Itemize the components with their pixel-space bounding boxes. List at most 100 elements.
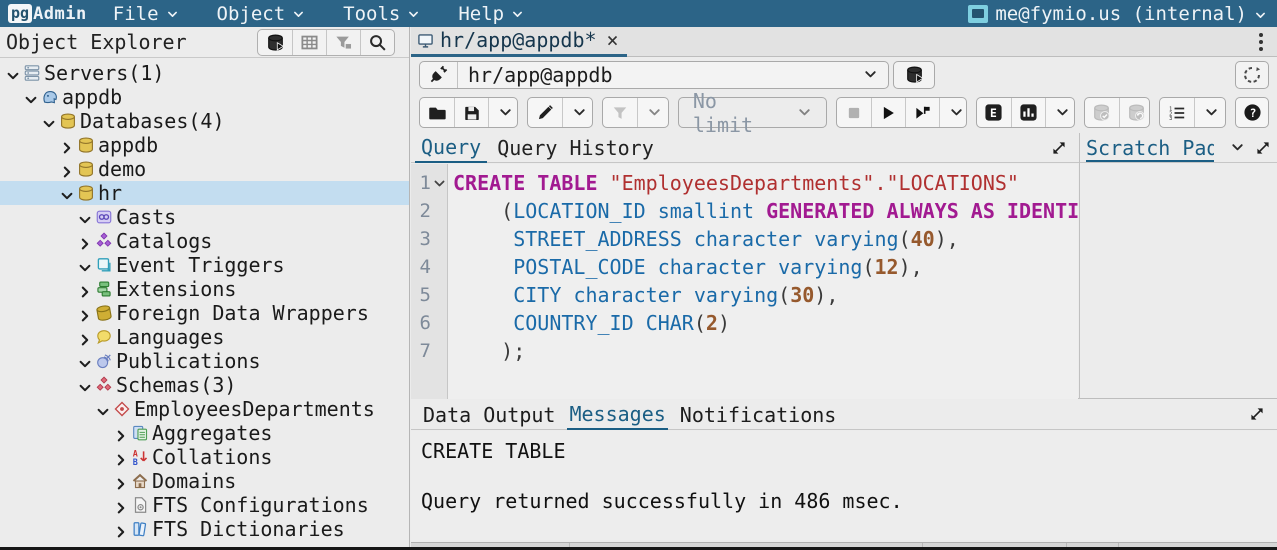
query-tool-tab[interactable]: hr/app@appdb* × (411, 27, 627, 57)
execute-button[interactable] (871, 98, 905, 127)
tab-bar-menu-icon[interactable] (1259, 33, 1263, 51)
tree-item-fts-dictionaries[interactable]: FTS Dictionaries (0, 517, 409, 541)
chevron-down-icon[interactable] (22, 91, 40, 109)
tab-notifications[interactable]: Notifications (678, 400, 839, 430)
server-postgres-icon (40, 88, 59, 107)
chevron-right-icon[interactable] (76, 235, 94, 253)
execute-script-button[interactable] (905, 98, 939, 127)
tree-item-languages[interactable]: Languages (0, 325, 409, 349)
tab-scratch-pad[interactable]: Scratch Pad (1086, 134, 1214, 162)
tree-item-publications[interactable]: Publications (0, 349, 409, 373)
db-rollback-icon (1127, 103, 1146, 122)
line-number[interactable]: 3 (411, 225, 447, 253)
chevron-down-icon[interactable] (1230, 140, 1245, 155)
tree-item-collations[interactable]: ABCollations (0, 445, 409, 469)
chevron-right-icon[interactable] (112, 499, 130, 517)
filter-grid-icon[interactable] (326, 30, 360, 55)
tree-item-employeesdepartments[interactable]: EmployeesDepartments (0, 397, 409, 421)
line-number[interactable]: 6 (411, 309, 447, 337)
tree-item-domains[interactable]: Domains (0, 469, 409, 493)
line-number[interactable]: 7 (411, 337, 447, 365)
open-file-button[interactable] (420, 98, 454, 127)
connection-select[interactable]: hr/app@appdb (458, 62, 888, 88)
tree-item-extensions[interactable]: Extensions (0, 277, 409, 301)
chevron-right-icon[interactable] (112, 523, 130, 541)
limit-dropdown[interactable]: No limit (678, 97, 827, 128)
chevron-right-icon[interactable] (76, 283, 94, 301)
tree-item-databases-4-[interactable]: Databases(4) (0, 109, 409, 133)
tree-item-schemas-3-[interactable]: Schemas(3) (0, 373, 409, 397)
search-icon[interactable] (360, 30, 394, 55)
chevron-down-icon[interactable] (76, 355, 94, 373)
tab-query-history[interactable]: Query History (491, 133, 660, 163)
edit-button[interactable] (528, 98, 562, 127)
stop-button[interactable] (837, 98, 871, 127)
expand-icon[interactable] (1051, 140, 1067, 156)
database-arrow-icon[interactable] (258, 30, 292, 55)
tab-data-output[interactable]: Data Output (421, 400, 557, 430)
line-number[interactable]: 5 (411, 281, 447, 309)
menu-object[interactable]: Object (217, 3, 306, 25)
save-options-button[interactable] (488, 98, 518, 127)
tree-item-casts[interactable]: Casts (0, 205, 409, 229)
chevron-down-icon[interactable] (40, 115, 58, 133)
line-number[interactable]: 1 (411, 169, 447, 197)
expand-icon[interactable] (1249, 403, 1265, 427)
filter-button[interactable] (603, 98, 637, 127)
tab-messages[interactable]: Messages (567, 400, 667, 430)
tree-item-appdb[interactable]: appdb (0, 85, 409, 109)
menu-file[interactable]: File (113, 3, 179, 25)
grid-icon[interactable] (292, 30, 326, 55)
chevron-down-icon[interactable] (76, 211, 94, 229)
commit-button[interactable] (1085, 98, 1119, 127)
editor-code[interactable]: CREATE TABLE "EmployeesDepartments"."LOC… (448, 164, 1078, 399)
chevron-right-icon[interactable] (58, 163, 76, 181)
tree-item-appdb[interactable]: appdb (0, 133, 409, 157)
chevron-right-icon[interactable] (112, 475, 130, 493)
tree-item-hr[interactable]: hr (0, 181, 409, 205)
tree-item-foreign-data-wrappers[interactable]: Foreign Data Wrappers (0, 301, 409, 325)
chevron-right-icon[interactable] (58, 139, 76, 157)
connection-status-button[interactable] (420, 62, 458, 88)
explain-analyze-button[interactable] (1011, 98, 1045, 127)
scratch-pad-body[interactable] (1080, 163, 1277, 398)
macros-options-button[interactable] (1194, 98, 1226, 127)
fold-chevron-icon[interactable] (433, 177, 446, 190)
user-menu[interactable]: me@fymio.us (internal) (968, 3, 1267, 25)
line-number[interactable]: 4 (411, 253, 447, 281)
tab-query[interactable]: Query (415, 133, 487, 163)
tree-item-demo[interactable]: demo (0, 157, 409, 181)
new-connection-button[interactable] (893, 61, 935, 89)
tree-item-aggregates[interactable]: Aggregates (0, 421, 409, 445)
refresh-button[interactable] (1235, 61, 1269, 89)
save-button[interactable] (454, 98, 488, 127)
edit-options-button[interactable] (562, 98, 594, 127)
tree-item-catalogs[interactable]: Catalogs (0, 229, 409, 253)
chevron-down-icon[interactable] (94, 403, 112, 421)
explain-button[interactable]: E (977, 98, 1011, 127)
chevron-right-icon[interactable] (112, 427, 130, 445)
rollback-button[interactable] (1119, 98, 1151, 127)
menu-help[interactable]: Help (458, 3, 524, 25)
filter-options-button[interactable] (637, 98, 669, 127)
explain-options-button[interactable] (1045, 98, 1075, 127)
chevron-right-icon[interactable] (112, 451, 130, 469)
chevron-down-icon[interactable] (76, 379, 94, 397)
sql-editor[interactable]: 1234567 CREATE TABLE "EmployeesDepartmen… (411, 164, 1078, 399)
line-number[interactable]: 2 (411, 197, 447, 225)
chevron-right-icon[interactable] (76, 331, 94, 349)
menu-tools[interactable]: Tools (343, 3, 420, 25)
expand-icon[interactable] (1255, 140, 1271, 156)
help-button[interactable]: ? (1236, 98, 1269, 127)
chevron-down-icon[interactable] (58, 187, 76, 205)
execute-options-button[interactable] (939, 98, 967, 127)
chevron-down-icon[interactable] (4, 67, 22, 85)
close-tab-icon[interactable]: × (607, 28, 619, 52)
tree-item-fts-configurations[interactable]: FTS Configurations (0, 493, 409, 517)
tree-item-event-triggers[interactable]: Event Triggers (0, 253, 409, 277)
chevron-down-icon[interactable] (76, 259, 94, 277)
code-line-3: STREET_ADDRESS character varying(40), (453, 225, 1078, 253)
tree-item-servers-1-[interactable]: Servers(1) (0, 61, 409, 85)
chevron-right-icon[interactable] (76, 307, 94, 325)
macros-button[interactable]: 123 (1160, 98, 1194, 127)
